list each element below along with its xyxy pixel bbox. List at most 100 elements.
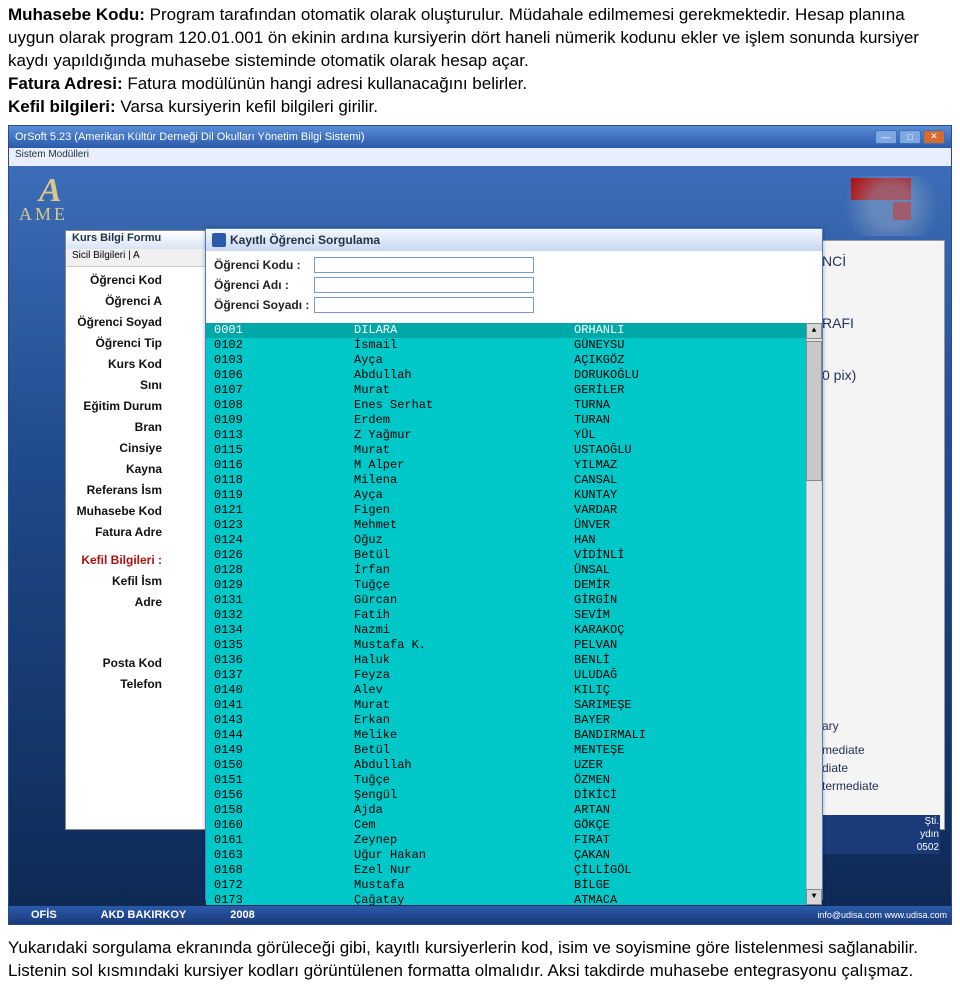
dialog-titlebar[interactable]: Kayıtlı Öğrenci Sorgulama — [206, 229, 822, 251]
input-ogrenci-soyadi[interactable] — [314, 297, 534, 313]
cell-surname: MENTEŞE — [574, 743, 814, 758]
label: Öğrenci Kod — [70, 273, 166, 287]
input-ogrenci-adi[interactable] — [314, 277, 534, 293]
cell-name: Gürcan — [354, 593, 574, 608]
result-row[interactable]: 0160CemGÖKÇE — [206, 818, 822, 833]
status-bar: OFİS AKD BAKIRKOY 2008 info@udisa.com ww… — [9, 906, 951, 924]
result-row[interactable]: 0126BetülVİDİNLİ — [206, 548, 822, 563]
result-row[interactable]: 0173ÇağatayATMACA — [206, 893, 822, 905]
cell-name: Cem — [354, 818, 574, 833]
cell-surname: ÇAKAN — [574, 848, 814, 863]
result-row[interactable]: 0132FatihSEVİM — [206, 608, 822, 623]
label-ogrenci-adi: Öğrenci Adı : — [214, 278, 314, 292]
app-menu[interactable]: Sistem Modülleri — [9, 148, 951, 166]
cell-name: İsmail — [354, 338, 574, 353]
result-row[interactable]: 0116M AlperYILMAZ — [206, 458, 822, 473]
minimize-button[interactable]: — — [875, 130, 897, 144]
result-row[interactable]: 0135Mustafa K.PELVAN — [206, 638, 822, 653]
result-row[interactable]: 0150AbdullahUZER — [206, 758, 822, 773]
cell-surname: YILMAZ — [574, 458, 814, 473]
result-row[interactable]: 0107MuratGERİLER — [206, 383, 822, 398]
cell-name: Abdullah — [354, 758, 574, 773]
cell-surname: HAN — [574, 533, 814, 548]
result-row[interactable]: 0113Z YağmurYÜL — [206, 428, 822, 443]
maximize-button[interactable]: □ — [899, 130, 921, 144]
result-row[interactable]: 0143ErkanBAYER — [206, 713, 822, 728]
result-row[interactable]: 0128İrfanÜNSAL — [206, 563, 822, 578]
cell-code: 0140 — [214, 683, 354, 698]
cell-code: 0109 — [214, 413, 354, 428]
input-ogrenci-kodu[interactable] — [314, 257, 534, 273]
result-row[interactable]: 0129TuğçeDEMİR — [206, 578, 822, 593]
cell-code: 0123 — [214, 518, 354, 533]
scroll-down-icon[interactable]: ▼ — [806, 889, 822, 905]
cell-surname: GÜNEYSU — [574, 338, 814, 353]
result-row[interactable]: 0103AyçaAÇIKGÖZ — [206, 353, 822, 368]
cell-surname: FIRAT — [574, 833, 814, 848]
result-list[interactable]: ▲ ▼ 0001DILARAORHANLI0102İsmailGÜNEYSU01… — [206, 323, 822, 905]
result-row[interactable]: 0158AjdaARTAN — [206, 803, 822, 818]
cell-surname: ORHANLI — [574, 323, 814, 338]
result-row[interactable]: 0134NazmiKARAKOÇ — [206, 623, 822, 638]
result-row[interactable]: 0131GürcanGİRGİN — [206, 593, 822, 608]
label-muhasebe: Muhasebe Kodu: — [8, 5, 145, 24]
cell-code: 0149 — [214, 743, 354, 758]
result-row[interactable]: 0163Uğur HakanÇAKAN — [206, 848, 822, 863]
cell-code: 0121 — [214, 503, 354, 518]
result-row[interactable]: 0149BetülMENTEŞE — [206, 743, 822, 758]
dialog-title: Kayıtlı Öğrenci Sorgulama — [230, 233, 380, 247]
result-row[interactable]: 0001DILARAORHANLI — [206, 323, 822, 338]
result-row[interactable]: 0140AlevKILIÇ — [206, 683, 822, 698]
result-row[interactable]: 0168Ezel NurÇİLLİGÖL — [206, 863, 822, 878]
result-row[interactable]: 0161ZeynepFIRAT — [206, 833, 822, 848]
cell-name: Ayça — [354, 488, 574, 503]
result-row[interactable]: 0151TuğçeÖZMEN — [206, 773, 822, 788]
result-row[interactable]: 0123MehmetÜNVER — [206, 518, 822, 533]
result-row[interactable]: 0137FeyzaULUDAĞ — [206, 668, 822, 683]
cell-name: Murat — [354, 383, 574, 398]
cell-code: 0134 — [214, 623, 354, 638]
result-row[interactable]: 0172MustafaBİLGE — [206, 878, 822, 893]
cell-name: Fatih — [354, 608, 574, 623]
result-row[interactable]: 0121FigenVARDAR — [206, 503, 822, 518]
result-row[interactable]: 0106AbdullahDORUKOĞLU — [206, 368, 822, 383]
result-row[interactable]: 0118MilenaCANSAL — [206, 473, 822, 488]
label-ogrenci-kodu: Öğrenci Kodu : — [214, 258, 314, 272]
app-window: OrSoft 5.23 (Amerikan Kültür Derneği Dil… — [8, 125, 952, 925]
result-row[interactable]: 0115MuratUSTAOĞLU — [206, 443, 822, 458]
result-row[interactable]: 0119AyçaKUNTAY — [206, 488, 822, 503]
cell-name: Ezel Nur — [354, 863, 574, 878]
hero-image — [831, 176, 951, 236]
cell-code: 0132 — [214, 608, 354, 623]
cell-name: Zeynep — [354, 833, 574, 848]
result-row[interactable]: 0136HalukBENLİ — [206, 653, 822, 668]
result-row[interactable]: 0141MuratSARIMEŞE — [206, 698, 822, 713]
result-row[interactable]: 0156ŞengülDİKİCİ — [206, 788, 822, 803]
cell-surname: TURAN — [574, 413, 814, 428]
scroll-up-icon[interactable]: ▲ — [806, 323, 822, 339]
result-row[interactable]: 0109ErdemTURAN — [206, 413, 822, 428]
query-dialog: Kayıtlı Öğrenci Sorgulama Öğrenci Kodu :… — [205, 228, 823, 900]
cell-surname: KUNTAY — [574, 488, 814, 503]
dialog-icon — [212, 233, 226, 247]
cell-surname: KARAKOÇ — [574, 623, 814, 638]
cell-code: 0158 — [214, 803, 354, 818]
result-row[interactable]: 0144MelikeBANDIRMALI — [206, 728, 822, 743]
result-row[interactable]: 0102İsmailGÜNEYSU — [206, 338, 822, 353]
label: Fatura Adre — [70, 525, 166, 539]
cell-name: Abdullah — [354, 368, 574, 383]
footer-ofis: OFİS — [9, 909, 79, 921]
cell-surname: BİLGE — [574, 878, 814, 893]
cell-name: Alev — [354, 683, 574, 698]
result-row[interactable]: 0124OğuzHAN — [206, 533, 822, 548]
cell-code: 0001 — [214, 323, 354, 338]
label: Bran — [70, 420, 166, 434]
result-row[interactable]: 0108Enes SerhatTURNA — [206, 398, 822, 413]
cell-name: Erdem — [354, 413, 574, 428]
right-panel: NCİ RAFI 0 pix) ary mediate diate termed… — [815, 240, 945, 830]
cell-surname: GİRGİN — [574, 593, 814, 608]
scrollbar-thumb[interactable] — [806, 341, 822, 481]
close-button[interactable]: ✕ — [923, 130, 945, 144]
app-titlebar: OrSoft 5.23 (Amerikan Kültür Derneği Dil… — [9, 126, 951, 148]
cell-name: Haluk — [354, 653, 574, 668]
